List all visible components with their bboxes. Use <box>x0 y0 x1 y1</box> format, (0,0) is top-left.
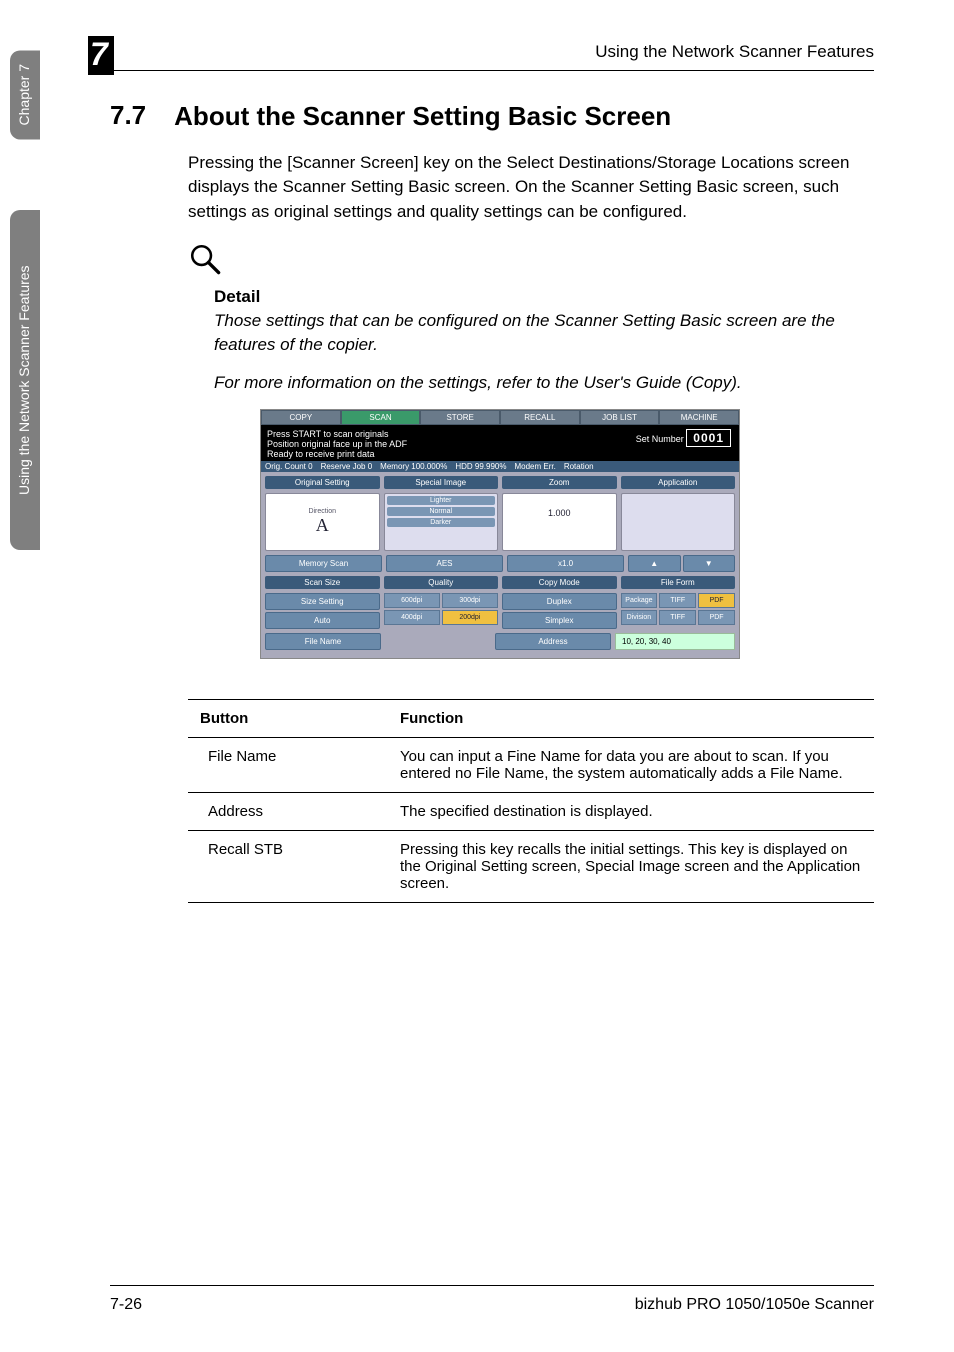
button-function-table: Button Function File Name You can input … <box>188 699 874 903</box>
density-lighter[interactable]: Lighter <box>387 496 496 505</box>
q-300[interactable]: 300dpi <box>442 593 498 608</box>
ff-division[interactable]: Division <box>621 610 658 625</box>
q-200[interactable]: 200dpi <box>442 610 498 625</box>
tab-store[interactable]: STORE <box>420 410 500 425</box>
set-number: Set Number 0001 <box>636 431 731 445</box>
application-blank <box>621 493 736 551</box>
table-row: File Name You can input a Fine Name for … <box>188 737 874 792</box>
density-stack: Lighter Normal Darker <box>384 493 499 551</box>
density-darker[interactable]: Darker <box>387 518 496 527</box>
section-number: 7.7 <box>110 100 146 131</box>
detail-text-1: Those settings that can be configured on… <box>214 309 874 357</box>
x1-button[interactable]: x1.0 <box>507 555 624 572</box>
hdr-quality: Quality <box>384 576 499 589</box>
header-underline <box>88 70 874 71</box>
group-headers: Scan Size Quality Copy Mode File Form <box>265 576 735 589</box>
td-button: File Name <box>188 737 388 792</box>
simplex-button[interactable]: Simplex <box>502 612 617 629</box>
set-number-value: 0001 <box>686 429 731 447</box>
ff-tiff-2[interactable]: TIFF <box>659 610 696 625</box>
hdd: HDD 99.990% <box>451 461 510 472</box>
address-button[interactable]: Address <box>495 633 611 650</box>
td-button: Recall STB <box>188 830 388 902</box>
orig-count: Orig. Count 0 <box>261 461 317 472</box>
modem-err: Modem Err. <box>510 461 559 472</box>
aes-button[interactable]: AES <box>386 555 503 572</box>
info-area: Press START to scan originals Position o… <box>261 425 739 461</box>
panel-tab-original[interactable]: Original Setting <box>265 476 380 489</box>
td-function: Pressing this key recalls the initial se… <box>388 830 874 902</box>
direction-value: A <box>268 515 377 536</box>
reserve-job: Reserve Job 0 <box>317 461 377 472</box>
ff-pdf-1[interactable]: PDF <box>698 593 735 608</box>
direction-label: Direction <box>268 508 377 515</box>
hdr-copy-mode: Copy Mode <box>502 576 617 589</box>
detail-label: Detail <box>214 287 874 307</box>
down-button[interactable]: ▼ <box>683 555 736 572</box>
section-title: About the Scanner Setting Basic Screen <box>174 100 671 133</box>
panel-tab-zoom[interactable]: Zoom <box>502 476 617 489</box>
tab-copy[interactable]: COPY <box>261 410 341 425</box>
hdr-file-form: File Form <box>621 576 736 589</box>
q-400[interactable]: 400dpi <box>384 610 440 625</box>
panel-tabs: Original Setting Special Image Zoom Appl… <box>265 476 735 489</box>
rotation: Rotation <box>560 461 598 472</box>
q-600[interactable]: 600dpi <box>384 593 440 608</box>
address-value: 10, 20, 30, 40 <box>615 633 735 650</box>
memory-scan-button[interactable]: Memory Scan <box>265 555 382 572</box>
td-function: The specified destination is displayed. <box>388 792 874 830</box>
top-tabs: COPY SCAN STORE RECALL JOB LIST MACHINE <box>261 410 739 425</box>
file-name-button[interactable]: File Name <box>265 633 381 650</box>
ff-tiff-1[interactable]: TIFF <box>659 593 696 608</box>
ff-pdf-2[interactable]: PDF <box>698 610 735 625</box>
detail-text-2: For more information on the settings, re… <box>214 371 874 395</box>
chapter-tab: Chapter 7 <box>10 50 40 139</box>
density-normal[interactable]: Normal <box>387 507 496 516</box>
running-head: Using the Network Scanner Features <box>595 42 874 62</box>
up-button[interactable]: ▲ <box>628 555 681 572</box>
panel-tab-application[interactable]: Application <box>621 476 736 489</box>
magnifier-icon <box>188 242 874 281</box>
ff-package[interactable]: Package <box>621 593 658 608</box>
memory: Memory 100.000% <box>376 461 451 472</box>
zoom-value: 1.000 <box>502 493 617 551</box>
intro-paragraph: Pressing the [Scanner Screen] key on the… <box>188 151 874 225</box>
tab-machine[interactable]: MACHINE <box>659 410 739 425</box>
hdr-scan-size: Scan Size <box>265 576 380 589</box>
main-content: 7.7 About the Scanner Setting Basic Scre… <box>110 100 874 903</box>
direction-box[interactable]: Direction A <box>265 493 380 551</box>
status-bar: Orig. Count 0 Reserve Job 0 Memory 100.0… <box>261 461 739 472</box>
size-auto-button[interactable]: Auto <box>265 612 380 629</box>
footer: 7-26 bizhub PRO 1050/1050e Scanner <box>110 1296 874 1314</box>
product-name: bizhub PRO 1050/1050e Scanner <box>635 1296 874 1314</box>
tab-joblist[interactable]: JOB LIST <box>580 410 660 425</box>
table-row: Recall STB Pressing this key recalls the… <box>188 830 874 902</box>
panel-tab-special[interactable]: Special Image <box>384 476 499 489</box>
duplex-button[interactable]: Duplex <box>502 593 617 610</box>
th-function: Function <box>388 699 874 737</box>
size-setting-button[interactable]: Size Setting <box>265 593 380 610</box>
tab-recall[interactable]: RECALL <box>500 410 580 425</box>
table-row: Address The specified destination is dis… <box>188 792 874 830</box>
section-head: 7.7 About the Scanner Setting Basic Scre… <box>110 100 874 133</box>
page-number: 7-26 <box>110 1296 142 1314</box>
td-function: You can input a Fine Name for data you a… <box>388 737 874 792</box>
set-number-label: Set Number <box>636 434 684 444</box>
scanner-screenshot: COPY SCAN STORE RECALL JOB LIST MACHINE … <box>260 409 874 659</box>
td-button: Address <box>188 792 388 830</box>
footer-line <box>110 1285 874 1286</box>
tab-scan[interactable]: SCAN <box>341 410 421 425</box>
th-button: Button <box>188 699 388 737</box>
feature-tab: Using the Network Scanner Features <box>10 210 40 550</box>
info-line3: Ready to receive print data <box>267 449 733 459</box>
